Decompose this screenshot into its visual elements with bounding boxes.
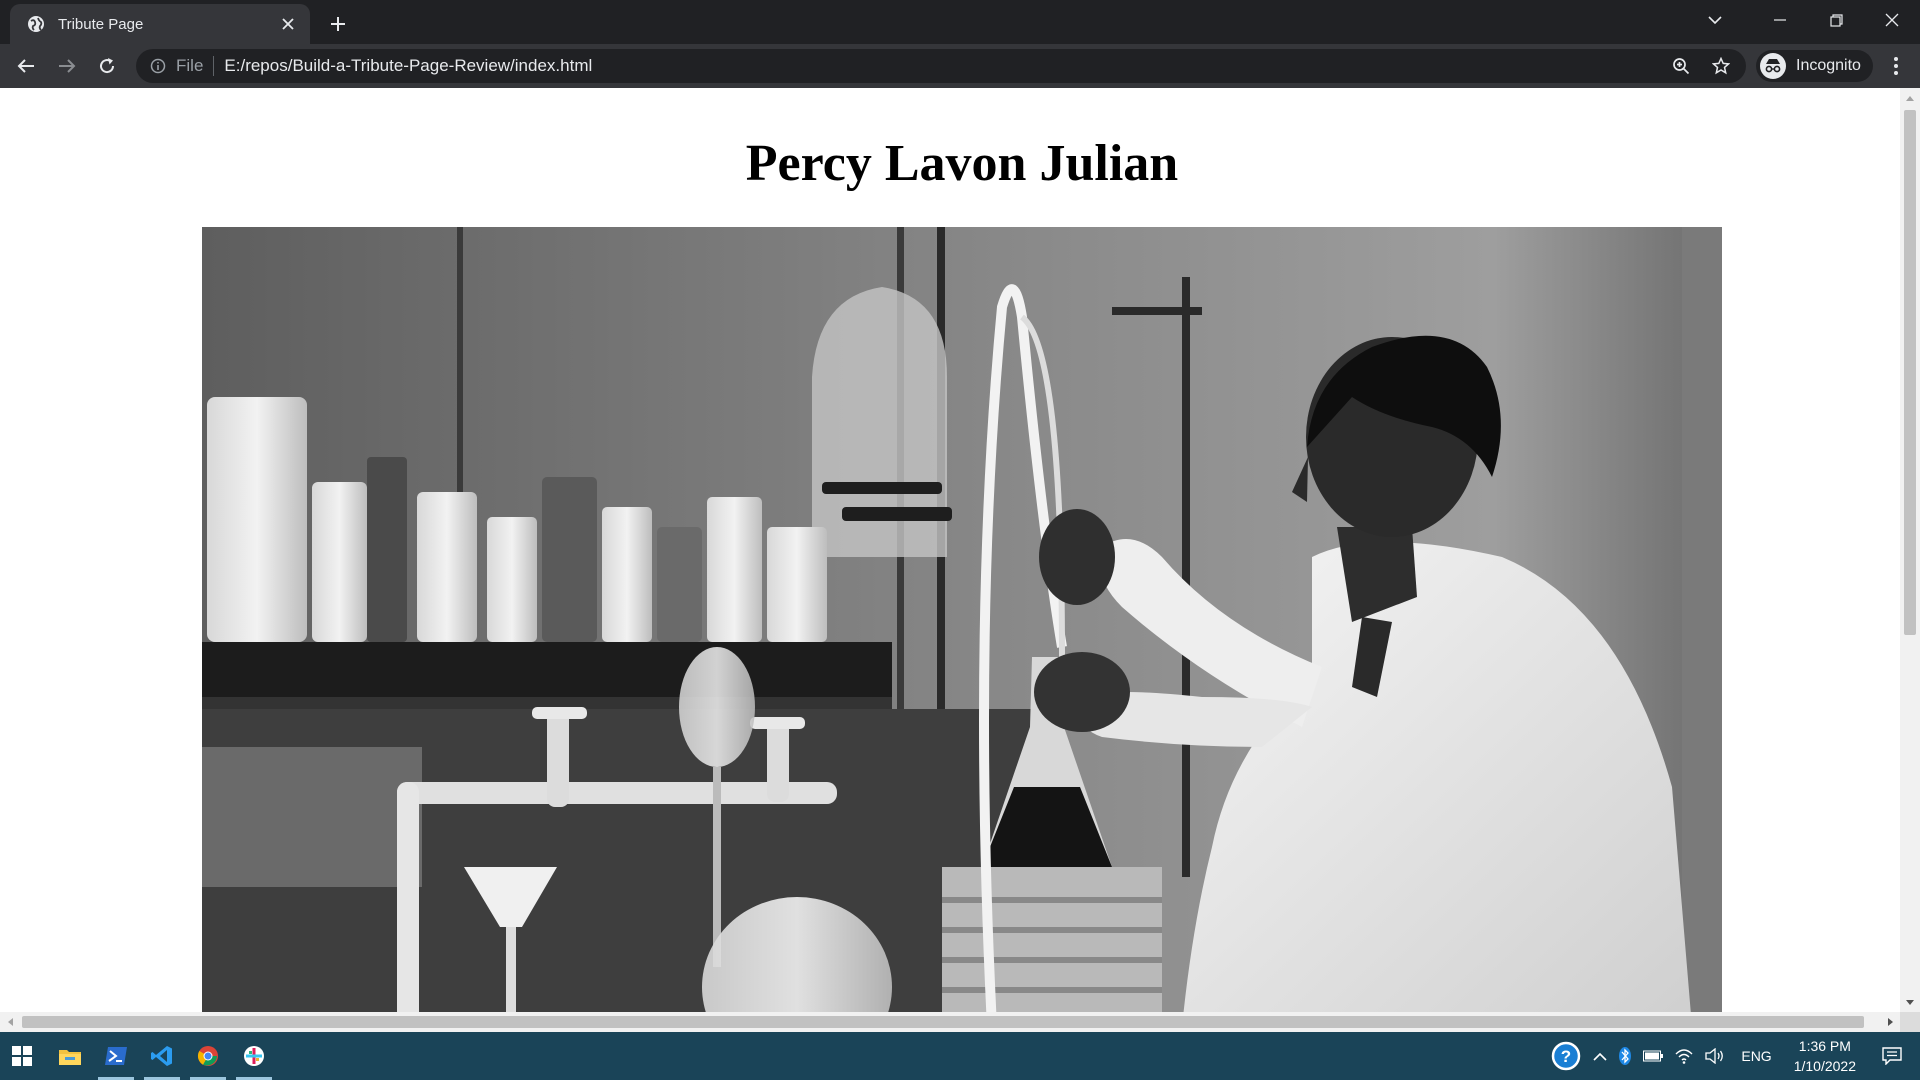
zoom-icon[interactable]: [1666, 51, 1696, 81]
address-bar[interactable]: File E:/repos/Build-a-Tribute-Page-Revie…: [136, 49, 1746, 83]
scroll-down-arrow-icon[interactable]: [1900, 994, 1920, 1010]
globe-icon: [26, 14, 46, 34]
chrome-icon[interactable]: [186, 1032, 230, 1080]
tribute-photo: [202, 227, 1722, 1012]
tab-search-button[interactable]: [1700, 8, 1730, 32]
file-explorer-icon[interactable]: [48, 1032, 92, 1080]
help-icon[interactable]: ?: [1545, 1032, 1587, 1080]
windows-taskbar: ? ENG 1:36 PM 1/10/2022: [0, 1032, 1920, 1080]
scrollbar-corner: [1900, 1012, 1920, 1032]
language-indicator[interactable]: ENG: [1731, 1032, 1781, 1080]
vscode-icon[interactable]: [140, 1032, 184, 1080]
tab-title: Tribute Page: [58, 15, 144, 33]
vertical-scroll-thumb[interactable]: [1904, 110, 1916, 635]
battery-icon[interactable]: [1637, 1032, 1669, 1080]
incognito-icon: [1760, 53, 1786, 79]
bluetooth-icon[interactable]: [1613, 1032, 1637, 1080]
scroll-right-arrow-icon[interactable]: [1882, 1012, 1898, 1032]
horizontal-scroll-thumb[interactable]: [22, 1016, 1864, 1028]
profile-label: Incognito: [1796, 57, 1861, 74]
powershell-icon[interactable]: [94, 1032, 138, 1080]
browser-toolbar: File E:/repos/Build-a-Tribute-Page-Revie…: [0, 44, 1920, 88]
kebab-menu-icon[interactable]: [1884, 52, 1908, 80]
info-icon[interactable]: [148, 56, 168, 76]
window-controls: [1752, 0, 1920, 40]
wifi-icon[interactable]: [1669, 1032, 1699, 1080]
scroll-left-arrow-icon[interactable]: [2, 1012, 18, 1032]
page-viewport: Percy Lavon Julian: [0, 88, 1900, 1012]
forward-button[interactable]: [51, 50, 83, 82]
clock-time: 1:36 PM: [1798, 1038, 1851, 1054]
minimize-button[interactable]: [1752, 0, 1808, 40]
chevron-up-icon[interactable]: [1587, 1032, 1613, 1080]
scroll-up-arrow-icon[interactable]: [1900, 90, 1920, 106]
start-icon[interactable]: [0, 1032, 44, 1080]
incognito-profile-button[interactable]: Incognito: [1756, 50, 1873, 82]
clock-date: 1/10/2022: [1793, 1058, 1856, 1074]
tab-tribute-page[interactable]: Tribute Page: [10, 4, 310, 44]
bookmark-star-icon[interactable]: [1706, 51, 1736, 81]
notification-icon[interactable]: [1868, 1032, 1920, 1080]
new-tab-button[interactable]: [324, 10, 352, 38]
tab-strip: Tribute Page: [0, 0, 1920, 44]
clock[interactable]: 1:36 PM 1/10/2022: [1782, 1036, 1868, 1076]
back-button[interactable]: [10, 50, 42, 82]
page-title: Percy Lavon Julian: [745, 135, 1179, 192]
vertical-scrollbar[interactable]: [1900, 88, 1920, 1012]
horizontal-scrollbar[interactable]: [0, 1012, 1900, 1032]
reload-button[interactable]: [91, 50, 123, 82]
close-icon[interactable]: [278, 14, 298, 34]
close-window-button[interactable]: [1864, 0, 1920, 40]
system-tray: ? ENG 1:36 PM 1/10/2022: [1545, 1032, 1920, 1080]
url-text[interactable]: E:/repos/Build-a-Tribute-Page-Review/ind…: [224, 56, 1666, 76]
url-separator: [213, 56, 215, 76]
volume-icon[interactable]: [1699, 1032, 1731, 1080]
url-scheme: File: [176, 56, 204, 75]
svg-text:?: ?: [1561, 1047, 1571, 1066]
restore-button[interactable]: [1808, 0, 1864, 40]
slack-icon[interactable]: [232, 1032, 276, 1080]
